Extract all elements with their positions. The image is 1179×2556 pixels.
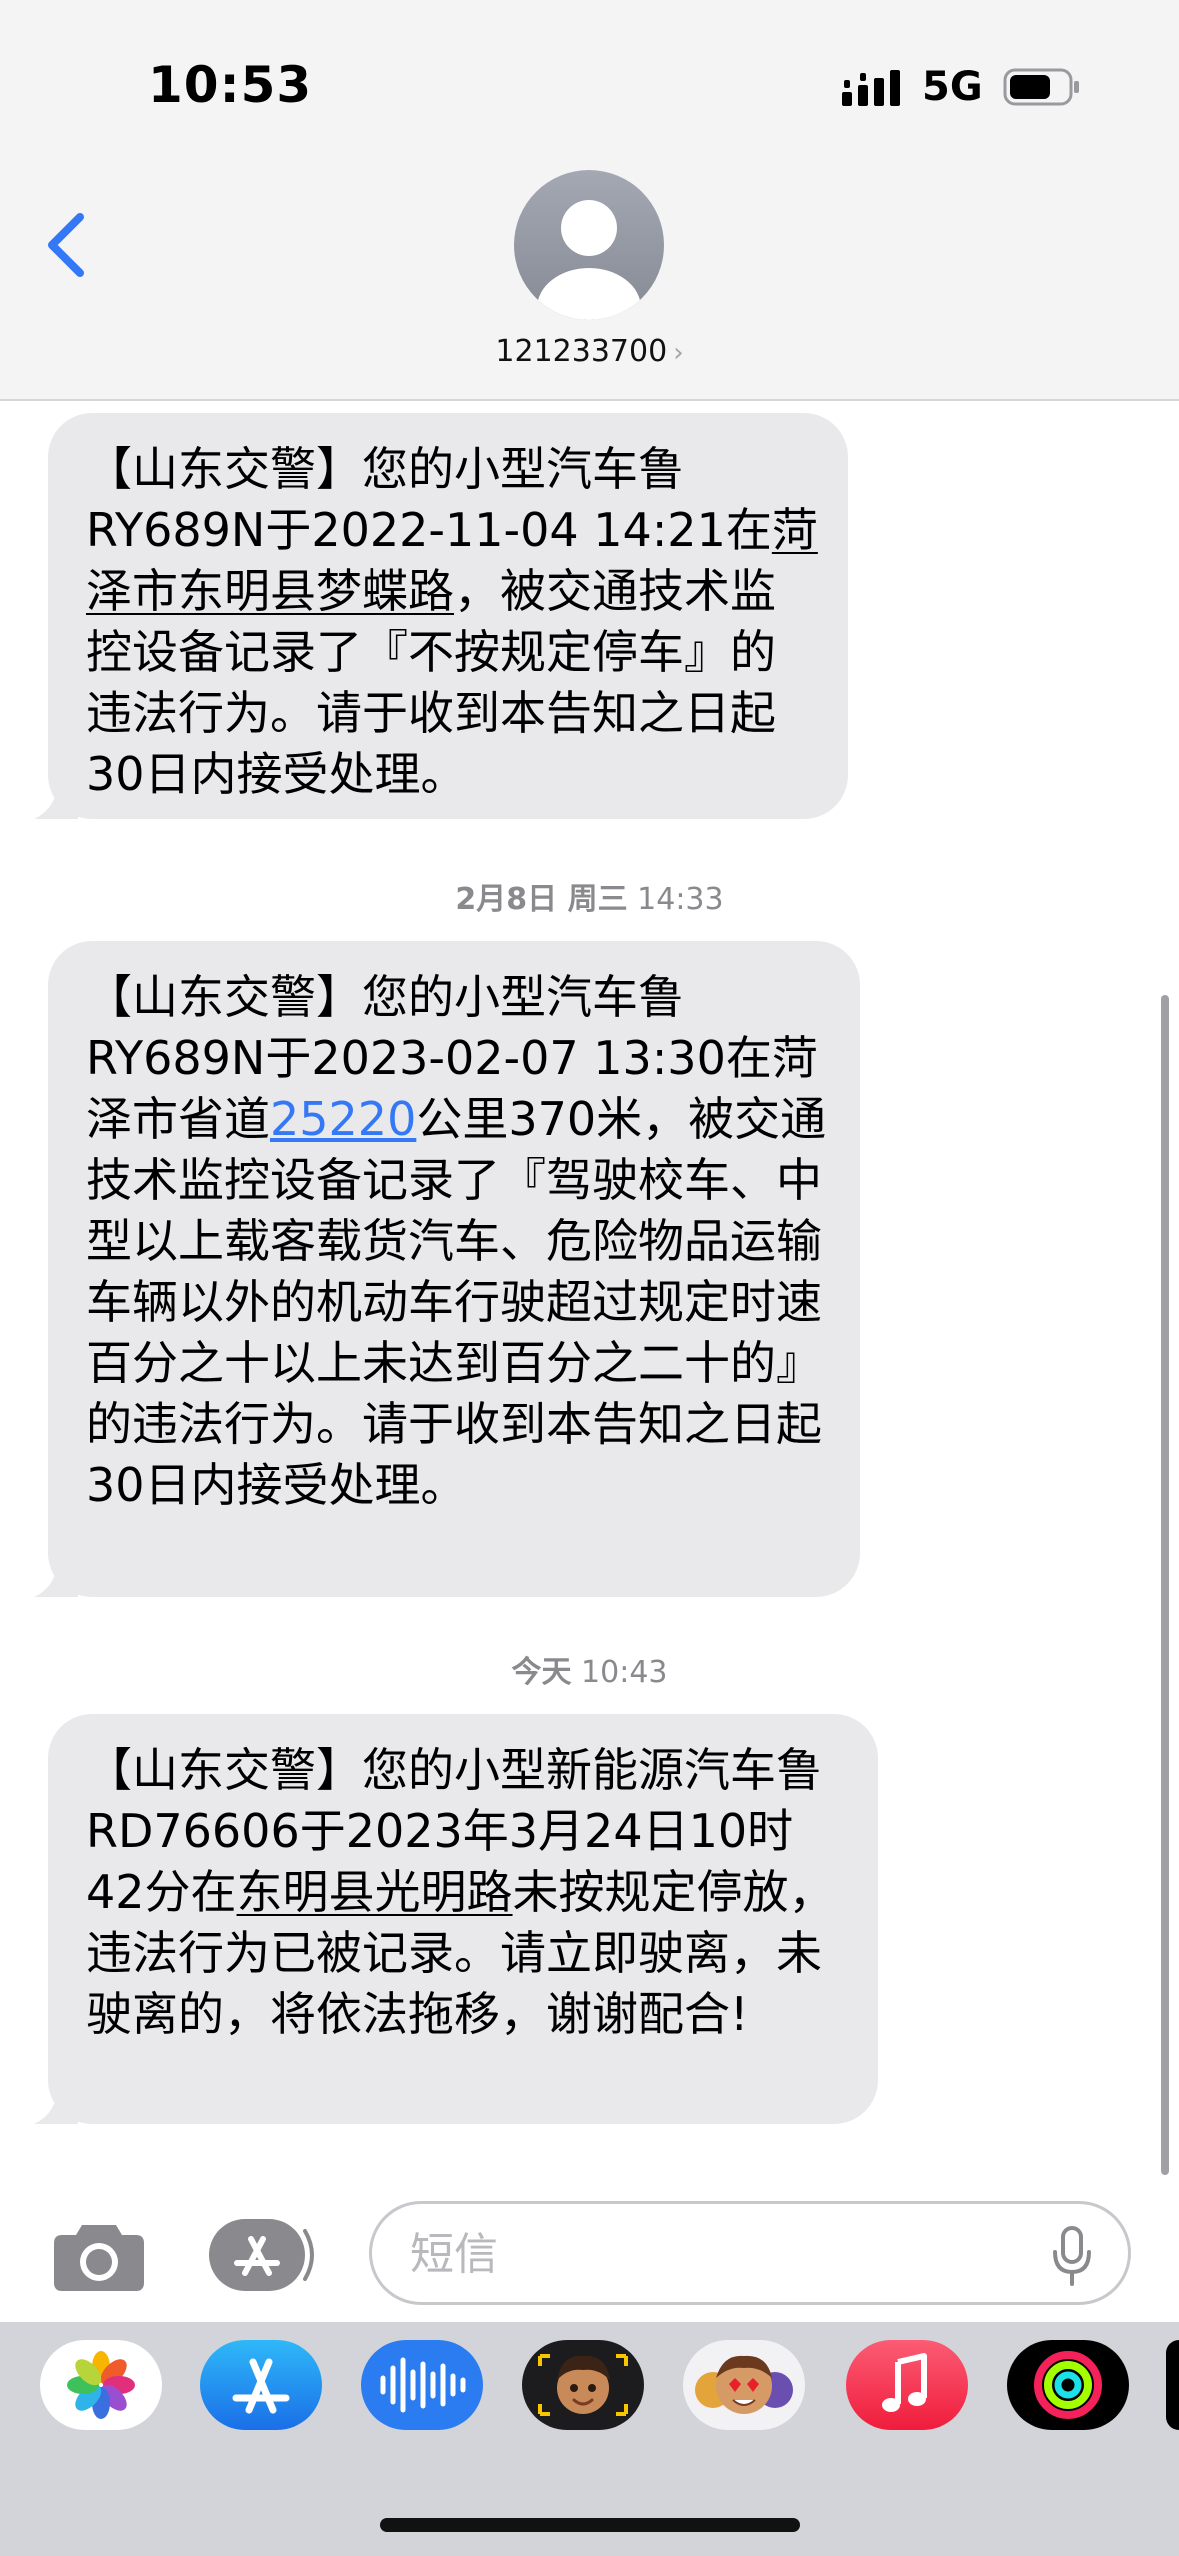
- status-time: 10:53: [148, 56, 313, 114]
- bubble-tail: [34, 779, 78, 819]
- message-timestamp: 今天 10:43: [0, 1647, 1179, 1691]
- message-text: 公里370米，被交通技术监控设备记录了『驾驶校车、中型以上载客载货汽车、危险物品…: [86, 1092, 827, 1512]
- contact-number[interactable]: 121233700: [495, 334, 667, 369]
- cellular-signal-icon: [842, 70, 900, 106]
- timestamp-date: 今天: [511, 1655, 572, 1690]
- audio-message-app-icon[interactable]: [361, 2340, 483, 2430]
- timestamp-time: 10:43: [581, 1655, 668, 1690]
- memoji-app-icon[interactable]: [522, 2340, 644, 2430]
- message-thread: 【山东交警】您的小型汽车鲁RY689N于2022-11-04 14:21在菏泽市…: [0, 401, 1179, 2201]
- app-drawer-overflow[interactable]: [1166, 2340, 1179, 2430]
- contact-avatar[interactable]: [514, 170, 664, 320]
- camera-icon[interactable]: [52, 2217, 146, 2293]
- timestamp-time: 14:33: [637, 882, 724, 917]
- phone-number-link[interactable]: 25220: [270, 1092, 416, 1146]
- incoming-message-bubble[interactable]: 【山东交警】您的小型汽车鲁RY689N于2022-11-04 14:21在菏泽市…: [34, 413, 848, 819]
- bubble-tail: [34, 1557, 78, 1597]
- message-timestamp: 2月8日 周三 14:33: [0, 874, 1179, 918]
- message-input[interactable]: [408, 2220, 1032, 2288]
- back-chevron-icon[interactable]: [40, 205, 96, 285]
- app-store-icon[interactable]: [207, 2217, 319, 2293]
- message-text: 【山东交警】您的小型汽车鲁RY689N于2022-11-04 14:21在: [86, 442, 772, 557]
- photos-app-icon[interactable]: [40, 2340, 162, 2430]
- contact-name[interactable]: 121233700 ›: [0, 334, 1179, 369]
- chevron-right-icon: ›: [673, 338, 684, 368]
- battery-icon: [1003, 68, 1079, 106]
- conversation-header: 10:53 5G 121233700 ›: [0, 0, 1179, 401]
- incoming-message-bubble[interactable]: 【山东交警】您的小型新能源汽车鲁RD76606于2023年3月24日10时42分…: [34, 1714, 878, 2124]
- app-store-app-icon[interactable]: [200, 2340, 322, 2430]
- animoji-stickers-app-icon[interactable]: [683, 2340, 805, 2430]
- address-link[interactable]: 东明县光明路: [237, 1865, 513, 1919]
- incoming-message-bubble[interactable]: 【山东交警】您的小型汽车鲁RY689N于2023-02-07 13:30在菏泽市…: [34, 941, 860, 1597]
- scrollbar[interactable]: [1161, 995, 1169, 2175]
- bubble-tail: [34, 2084, 78, 2124]
- message-input-field[interactable]: [369, 2201, 1131, 2305]
- microphone-icon[interactable]: [1052, 2226, 1092, 2286]
- home-indicator[interactable]: [380, 2518, 800, 2532]
- network-type: 5G: [922, 64, 983, 110]
- timestamp-date: 2月8日 周三: [455, 882, 628, 917]
- music-app-icon[interactable]: [846, 2340, 968, 2430]
- fitness-app-icon[interactable]: [1007, 2340, 1129, 2430]
